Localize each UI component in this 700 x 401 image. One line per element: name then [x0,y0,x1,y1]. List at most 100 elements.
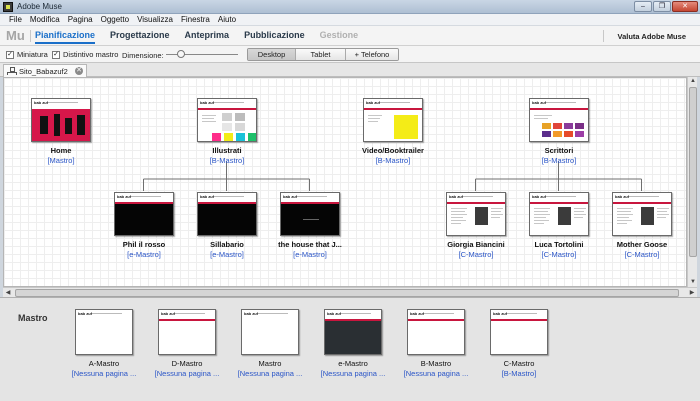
canvas-vertical-scrollbar[interactable]: ▲ ▼ [687,77,697,287]
sitemap-page-node[interactable]: bab zuf Phil il rosso [e-Mastro] [104,192,184,259]
master-usage-link[interactable]: [Nessuna pagina ... [69,369,139,378]
master-thumbnail[interactable]: bab zuf [324,309,382,355]
master-thumbnail[interactable]: bab zuf [407,309,465,355]
sitemap-page-node[interactable]: bab zuf the house that J... [e-Mastro] [270,192,350,259]
sitemap-page-node[interactable]: bab zuf Scrittori [B-Mastro] [519,98,599,165]
mode-tab-anteprima[interactable]: Anteprima [185,29,230,44]
page-thumbnail[interactable]: bab zuf [363,98,423,142]
master-page-node[interactable]: bab zuf Mastro [Nessuna pagina ... [235,309,305,378]
master-name[interactable]: A-Mastro [69,359,139,368]
mode-tab-pianificazione[interactable]: Pianificazione [35,29,96,44]
menu-aiuto[interactable]: Aiuto [214,14,240,25]
page-name[interactable]: Home [21,146,101,155]
sitemap-canvas[interactable]: bab zuf Home [Mastro] bab zuf Illustrati [B-M… [3,77,687,287]
page-thumbnail[interactable]: bab zuf [529,192,589,236]
canvas-horizontal-scrollbar[interactable]: ◀ ▶ [3,287,697,297]
master-usage-link[interactable]: [Nessuna pagina ... [401,369,471,378]
page-thumbnail[interactable]: bab zuf [114,192,174,236]
mode-tab-pubblicazione[interactable]: Pubblicazione [244,29,305,44]
scroll-up-icon[interactable]: ▲ [688,77,698,86]
page-master-link[interactable]: [C-Mastro] [436,250,516,259]
page-master-link[interactable]: [B-Mastro] [519,156,599,165]
checkbox-checked-icon[interactable]: ✓ [6,50,14,59]
sitemap-page-node[interactable]: bab zuf Home [Mastro] [21,98,101,165]
page-name[interactable]: Mother Goose [602,240,682,249]
desktop-button[interactable]: Desktop [248,49,296,60]
master-thumbnail[interactable]: bab zuf [75,309,133,355]
checkbox-checked-icon[interactable]: ✓ [52,50,60,59]
thumbnail-text-line [451,208,467,209]
sitemap-page-node[interactable]: bab zuf Giorgia Biancini [C-Mastro] [436,192,516,259]
master-name[interactable]: C-Mastro [484,359,554,368]
document-tab[interactable]: Sito_Babazuf2 ✕ [3,64,87,77]
menu-pagina[interactable]: Pagina [64,14,97,25]
sitemap-page-node[interactable]: bab zuf Sillabario [e-Mastro] [187,192,267,259]
close-window-button[interactable]: ✕ [672,1,698,12]
menu-visualizza[interactable]: Visualizza [133,14,177,25]
thumbnail-dark-body [281,204,339,235]
minimize-button[interactable]: – [634,1,652,12]
page-name[interactable]: Scrittori [519,146,599,155]
scroll-down-icon[interactable]: ▼ [688,278,698,287]
page-master-link[interactable]: [e-Mastro] [270,250,350,259]
master-name[interactable]: e-Mastro [318,359,388,368]
thumbnail-text-line [657,214,669,215]
page-thumbnail[interactable]: bab zuf [446,192,506,236]
page-name[interactable]: Giorgia Biancini [436,240,516,249]
menu-finestra[interactable]: Finestra [177,14,214,25]
scrollbar-thumb[interactable] [689,87,697,257]
page-master-link[interactable]: [B-Mastro] [187,156,267,165]
page-name[interactable]: Illustrati [187,146,267,155]
menu-oggetto[interactable]: Oggetto [97,14,133,25]
maximize-button[interactable]: ❐ [653,1,671,12]
master-badge-checkbox[interactable]: ✓ Distintivo mastro [52,50,118,59]
sitemap-page-node[interactable]: bab zuf Mother Goose [C-Mastro] [602,192,682,259]
tablet-button[interactable]: Tablet [296,49,346,60]
sitemap-page-node[interactable]: bab zuf Video/Booktrailer [B-Mastro] [353,98,433,165]
rate-muse-link[interactable]: Valuta Adobe Muse [618,32,687,41]
master-page-node[interactable]: bab zuf e-Mastro [Nessuna pagina ... [318,309,388,378]
size-slider-handle[interactable] [177,50,185,58]
mode-tab-progettazione[interactable]: Progettazione [110,29,170,44]
master-name[interactable]: Mastro [235,359,305,368]
add-phone-button[interactable]: + Telefono [346,49,398,60]
page-name[interactable]: Phil il rosso [104,240,184,249]
master-page-node[interactable]: bab zuf C-Mastro [B-Mastro] [484,309,554,378]
sitemap-page-node[interactable]: bab zuf Luca Tortolini [C-Mastro] [519,192,599,259]
master-thumbnail[interactable]: bab zuf [490,309,548,355]
thumbnail-text-line [534,211,548,212]
thumbnail-checkbox[interactable]: ✓ Miniatura [6,50,48,59]
page-master-link[interactable]: [e-Mastro] [104,250,184,259]
master-usage-link[interactable]: [Nessuna pagina ... [152,369,222,378]
master-name[interactable]: B-Mastro [401,359,471,368]
page-master-link[interactable]: [Mastro] [21,156,101,165]
menu-file[interactable]: File [5,14,26,25]
master-usage-link[interactable]: [B-Mastro] [484,369,554,378]
page-master-link[interactable]: [B-Mastro] [353,156,433,165]
master-page-node[interactable]: bab zuf B-Mastro [Nessuna pagina ... [401,309,471,378]
page-name[interactable]: Luca Tortolini [519,240,599,249]
page-thumbnail[interactable]: bab zuf [612,192,672,236]
master-name[interactable]: D-Mastro [152,359,222,368]
master-thumbnail[interactable]: bab zuf [158,309,216,355]
menu-modifica[interactable]: Modifica [26,14,64,25]
master-page-node[interactable]: bab zuf A-Mastro [Nessuna pagina ... [69,309,139,378]
page-thumbnail[interactable]: bab zuf [31,98,91,142]
master-usage-link[interactable]: [Nessuna pagina ... [235,369,305,378]
page-name[interactable]: Sillabario [187,240,267,249]
master-page-node[interactable]: bab zuf D-Mastro [Nessuna pagina ... [152,309,222,378]
page-master-link[interactable]: [C-Mastro] [602,250,682,259]
page-thumbnail[interactable]: bab zuf [529,98,589,142]
close-tab-icon[interactable]: ✕ [75,67,83,75]
page-thumbnail[interactable]: bab zuf [197,98,257,142]
page-master-link[interactable]: [C-Mastro] [519,250,599,259]
page-master-link[interactable]: [e-Mastro] [187,250,267,259]
master-usage-link[interactable]: [Nessuna pagina ... [318,369,388,378]
master-thumbnail[interactable]: bab zuf [241,309,299,355]
scrollbar-thumb[interactable] [15,289,679,297]
page-name[interactable]: Video/Booktrailer [353,146,433,155]
page-thumbnail[interactable]: bab zuf [280,192,340,236]
page-name[interactable]: the house that J... [270,240,350,249]
sitemap-page-node[interactable]: bab zuf Illustrati [B-Mastro] [187,98,267,165]
page-thumbnail[interactable]: bab zuf [197,192,257,236]
